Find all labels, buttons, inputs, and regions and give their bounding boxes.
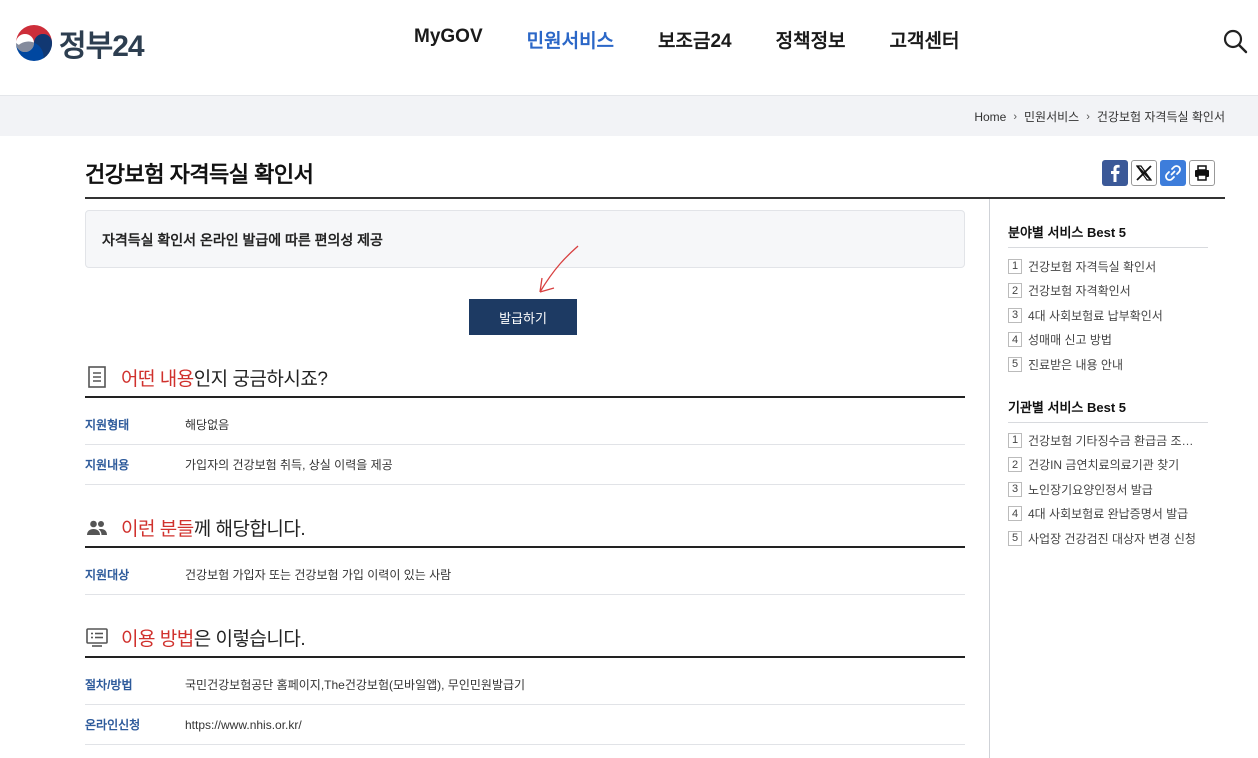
- list-item[interactable]: 1 건강보험 기타징수금 환급금 조…: [1008, 428, 1208, 453]
- summary-text: 자격득실 확인서 온라인 발급에 따른 편의성 제공: [102, 232, 383, 248]
- chevron-right-icon: ›: [1013, 110, 1018, 123]
- row-key: 지원대상: [85, 568, 130, 582]
- list-item[interactable]: 2 건강보험 자격확인서: [1008, 279, 1208, 304]
- main-nav: MyGOV 민원서비스 보조금24 정책정보 고객센터: [392, 26, 981, 53]
- row-key: 지원내용: [85, 458, 130, 472]
- field-best-list: 1 건강보험 자격득실 확인서 2 건강보험 자격확인서 3 4대 사회보험료 납부확…: [1008, 254, 1208, 377]
- list-item[interactable]: 2 건강IN 금연치료의료기관 찾기: [1008, 453, 1208, 478]
- taegeuk-logo-icon: [15, 24, 53, 62]
- red-arrow-annotation-icon: [539, 245, 579, 293]
- site-header: 정부24 MyGOV 민원서비스 보조금24 정책정보 고객센터: [0, 0, 1258, 95]
- table-row: 지원대상 건강보험 가입자 또는 건강보험 가입 이력이 있는 사람: [85, 555, 965, 595]
- breadcrumb-civil-service[interactable]: 민원서비스: [1024, 108, 1079, 125]
- breadcrumb-home[interactable]: Home: [974, 110, 1006, 124]
- nav-item-policy[interactable]: 정책정보: [776, 26, 846, 53]
- row-key: 지원형태: [85, 418, 130, 432]
- title-divider: [85, 197, 1225, 199]
- table-row: 온라인신청 https://www.nhis.or.kr/: [85, 705, 965, 745]
- table-row: 지원내용 가입자의 건강보험 취득, 상실 이력을 제공: [85, 445, 965, 485]
- page-title: 건강보험 자격득실 확인서: [85, 162, 314, 187]
- online-apply-link[interactable]: https://www.nhis.or.kr/: [185, 718, 302, 732]
- search-icon[interactable]: [1222, 28, 1248, 54]
- section-heading: 이런 분들께 해당합니다.: [121, 518, 306, 540]
- section-heading-method: 이용 방법은 이렇습니다.: [85, 618, 965, 658]
- list-item[interactable]: 5 사업장 건강검진 대상자 변경 신청: [1008, 526, 1208, 551]
- sidebar-line: [1008, 422, 1208, 423]
- section-heading: 어떤 내용인지 궁금하시죠?: [121, 368, 328, 390]
- list-item[interactable]: 3 4대 사회보험료 납부확인서: [1008, 303, 1208, 328]
- link-icon[interactable]: [1160, 160, 1186, 186]
- print-icon[interactable]: [1189, 160, 1215, 186]
- section-heading-content: 어떤 내용인지 궁금하시죠?: [85, 358, 965, 398]
- nav-item-civil-service[interactable]: 민원서비스: [527, 26, 614, 53]
- row-key: 절차/방법: [85, 678, 133, 692]
- section-heading-target: 이런 분들께 해당합니다.: [85, 508, 965, 548]
- sidebar-title-agency-best: 기관별 서비스 Best 5: [1008, 400, 1127, 415]
- logo[interactable]: 정부24: [15, 21, 145, 65]
- breadcrumb-bar: Home › 민원서비스 › 건강보험 자격득실 확인서: [0, 95, 1258, 136]
- logo-text: 정부24: [59, 30, 145, 63]
- breadcrumb-current[interactable]: 건강보험 자격득실 확인서: [1097, 108, 1225, 125]
- row-value: 국민건강보험공단 홈페이지,The건강보험(모바일앱), 무인민원발급기: [185, 678, 526, 692]
- list-icon: [86, 628, 108, 647]
- people-icon: [87, 520, 107, 535]
- nav-item-subsidy24[interactable]: 보조금24: [658, 26, 732, 53]
- table-row: 지원형태 해당없음: [85, 405, 965, 445]
- share-buttons: [1102, 160, 1218, 186]
- nav-item-customer-center[interactable]: 고객센터: [890, 26, 960, 53]
- sidebar-divider: [989, 199, 990, 758]
- table-row: 절차/방법 국민건강보험공단 홈페이지,The건강보험(모바일앱), 무인민원발…: [85, 665, 965, 705]
- breadcrumb: Home › 민원서비스 › 건강보험 자격득실 확인서: [974, 108, 1225, 125]
- agency-best-list: 1 건강보험 기타징수금 환급금 조… 2 건강IN 금연치료의료기관 찾기 3 노인…: [1008, 428, 1208, 551]
- row-value: 해당없음: [185, 418, 230, 432]
- document-icon: [88, 366, 106, 388]
- list-item[interactable]: 1 건강보험 자격득실 확인서: [1008, 254, 1208, 279]
- list-item[interactable]: 5 진료받은 내용 안내: [1008, 352, 1208, 377]
- list-item[interactable]: 3 노인장기요양인정서 발급: [1008, 477, 1208, 502]
- section-heading: 이용 방법은 이렇습니다.: [121, 628, 306, 650]
- sidebar-line: [1008, 247, 1208, 248]
- row-value: 가입자의 건강보험 취득, 상실 이력을 제공: [185, 458, 393, 472]
- summary-box: 자격득실 확인서 온라인 발급에 따른 편의성 제공: [85, 210, 965, 268]
- nav-item-mygov[interactable]: MyGOV: [414, 26, 483, 53]
- issue-button[interactable]: 발급하기: [469, 299, 577, 335]
- chevron-right-icon: ›: [1086, 110, 1090, 123]
- list-item[interactable]: 4 4대 사회보험료 완납증명서 발급: [1008, 502, 1208, 527]
- row-key: 온라인신청: [85, 718, 141, 732]
- row-value: 건강보험 가입자 또는 건강보험 가입 이력이 있는 사람: [185, 568, 452, 582]
- x-icon[interactable]: [1131, 160, 1157, 186]
- facebook-icon[interactable]: [1102, 160, 1128, 186]
- sidebar-title-field-best: 분야별 서비스 Best 5: [1008, 225, 1127, 240]
- list-item[interactable]: 4 성매매 신고 방법: [1008, 328, 1208, 353]
